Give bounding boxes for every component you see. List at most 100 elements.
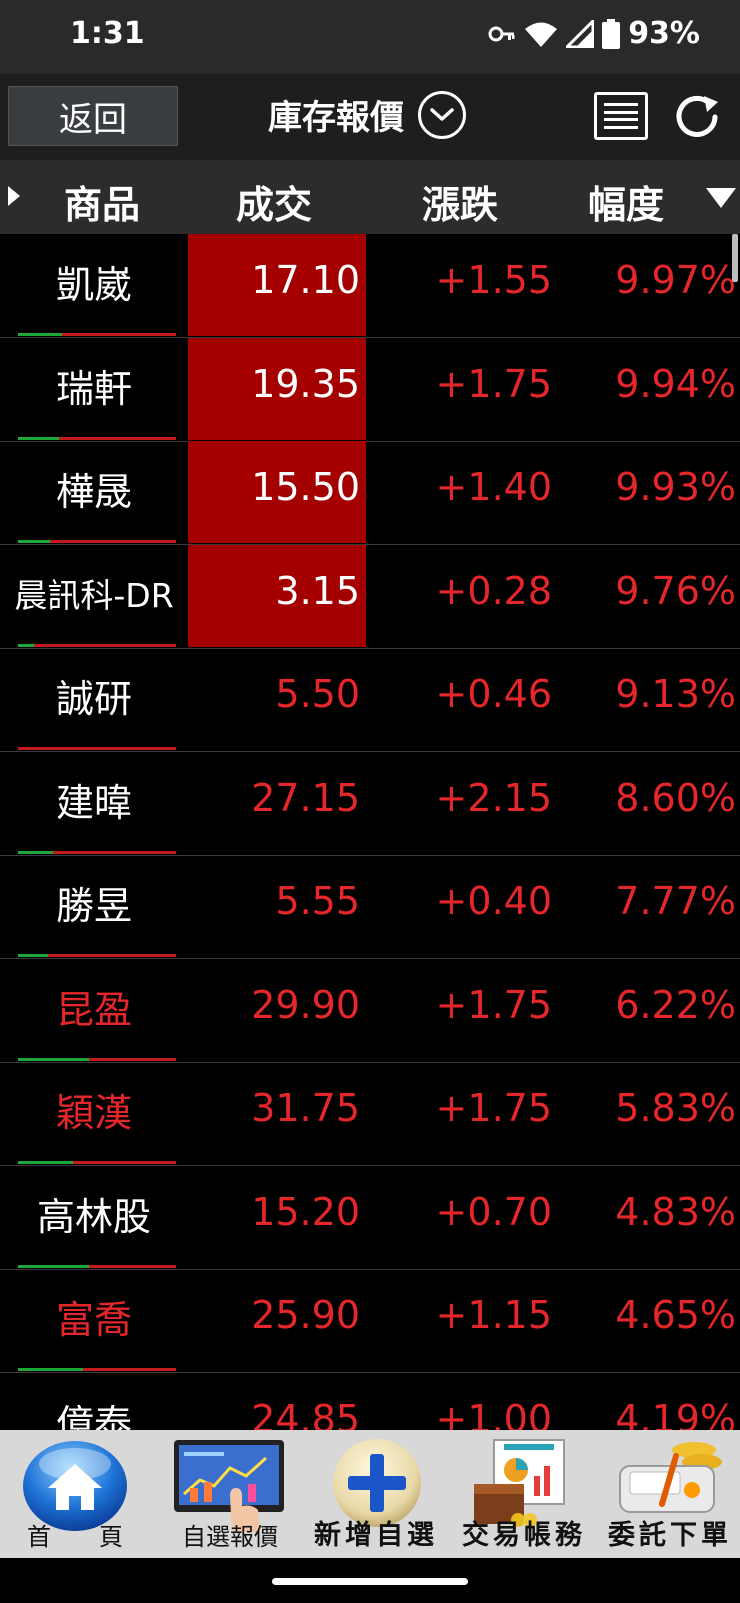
- stock-percent: 5.83%: [615, 1086, 736, 1130]
- stock-name: 勝昱: [55, 884, 132, 928]
- price-cell: 3.15: [188, 544, 366, 647]
- stock-price: 17.10: [251, 258, 360, 302]
- stock-percent: 7.77%: [615, 879, 736, 923]
- app-header: 返回 庫存報價: [0, 74, 740, 160]
- volume-ratio-bar: [18, 954, 176, 957]
- stock-name: 富喬: [55, 1298, 132, 1342]
- stock-change: +0.28: [435, 568, 552, 613]
- price-cell: 29.90: [188, 959, 366, 1061]
- quote-row[interactable]: 高林股 15.20 +0.70 4.83%: [0, 1166, 740, 1270]
- quote-row[interactable]: 凱崴 17.10 +1.55 9.97%: [0, 234, 740, 338]
- price-cell: 5.55: [188, 855, 366, 957]
- stock-name: 誠研: [55, 677, 132, 721]
- quote-row[interactable]: 富喬 25.90 +1.15 4.65%: [0, 1269, 740, 1373]
- quote-row[interactable]: 勝昱 5.55 +0.40 7.77%: [0, 855, 740, 959]
- quote-list[interactable]: 凱崴 17.10 +1.55 9.97% 瑞軒 19.35 +1.75 9.94% 樺晟 15.5…: [0, 234, 740, 1430]
- stock-name: 高林股: [36, 1194, 151, 1239]
- quote-row[interactable]: 建暐 27.15 +2.15 8.60%: [0, 752, 740, 856]
- sort-down-icon[interactable]: [706, 188, 736, 208]
- nav-home-label: 首 頁: [27, 1523, 123, 1551]
- price-cell: 15.50: [188, 441, 366, 543]
- stock-price: 15.50: [251, 465, 360, 509]
- volume-ratio-bar: [18, 333, 176, 336]
- price-cell: 27.15: [188, 752, 366, 854]
- stock-percent: 4.83%: [615, 1189, 736, 1234]
- price-cell: 31.75: [188, 1062, 366, 1164]
- scrollbar[interactable]: [732, 234, 738, 282]
- price-cell: 15.20: [188, 1166, 366, 1268]
- nav-home[interactable]: 首 頁: [0, 1430, 150, 1558]
- stock-percent: 9.13%: [615, 672, 736, 716]
- status-icons: 93%: [488, 16, 700, 51]
- stock-price: 25.90: [251, 1293, 360, 1337]
- col-price[interactable]: 成交: [236, 174, 312, 229]
- col-change[interactable]: 漲跌: [422, 174, 498, 229]
- nav-account-label: 交易帳務: [462, 1520, 586, 1551]
- home-gesture-bar[interactable]: [272, 1578, 468, 1585]
- status-bar: 1:31 93%: [0, 0, 740, 74]
- quote-row[interactable]: 穎漢 31.75 +1.75 5.83%: [0, 1062, 740, 1166]
- stock-change: +1.00: [435, 1396, 552, 1431]
- stock-change: +0.40: [435, 879, 552, 923]
- stock-name: 昆盈: [55, 987, 132, 1032]
- stock-change: +0.70: [435, 1189, 552, 1234]
- nav-order[interactable]: 委託下單: [600, 1430, 740, 1558]
- price-cell: 25.90: [188, 1269, 366, 1371]
- bottom-nav: 首 頁 自選報價 新增自選 交易帳務 委託下單: [0, 1430, 740, 1558]
- stock-price: 29.90: [251, 982, 360, 1027]
- list-menu-icon[interactable]: [594, 92, 648, 140]
- back-button[interactable]: 返回: [8, 86, 178, 146]
- volume-ratio-bar: [18, 850, 176, 854]
- stock-price: 19.35: [251, 361, 360, 406]
- stock-change: +1.15: [435, 1293, 552, 1337]
- volume-ratio-bar: [18, 436, 176, 440]
- status-time: 1:31: [70, 16, 145, 51]
- stock-change: +1.55: [435, 258, 552, 302]
- stock-change: +1.40: [435, 465, 552, 509]
- stock-percent: 9.97%: [615, 258, 736, 302]
- title-dropdown[interactable]: 庫存報價: [268, 90, 466, 139]
- stock-price: 31.75: [251, 1086, 360, 1130]
- stock-price: 24.85: [251, 1396, 360, 1431]
- quote-row[interactable]: 樺晟 15.50 +1.40 9.93%: [0, 441, 740, 545]
- col-product[interactable]: 商品: [64, 174, 140, 229]
- price-cell: 19.35: [188, 337, 366, 440]
- volume-ratio-bar: [18, 1368, 176, 1371]
- nav-add-watch-label: 新增自選: [314, 1520, 438, 1551]
- column-header: 商品 成交 漲跌 幅度: [0, 160, 740, 234]
- quote-row[interactable]: 誠研 5.50 +0.46 9.13%: [0, 648, 740, 752]
- vpn-key-icon: [488, 26, 515, 41]
- stock-change: +0.46: [435, 672, 552, 716]
- stock-name: 凱崴: [55, 263, 132, 307]
- expand-arrow-icon[interactable]: [8, 186, 20, 206]
- battery-icon: [602, 18, 621, 49]
- stock-change: +2.15: [435, 775, 552, 820]
- refresh-icon[interactable]: [670, 90, 724, 144]
- stock-percent: 4.65%: [615, 1293, 736, 1337]
- stock-price: 15.20: [251, 1189, 360, 1234]
- quote-row[interactable]: 瑞軒 19.35 +1.75 9.94%: [0, 337, 740, 442]
- wifi-icon: [525, 22, 558, 47]
- nav-add-watch[interactable]: 新增自選: [306, 1430, 446, 1558]
- volume-ratio-bar: [18, 540, 176, 543]
- nav-account[interactable]: 交易帳務: [454, 1430, 594, 1558]
- col-percent[interactable]: 幅度: [588, 174, 664, 229]
- volume-ratio-bar: [18, 747, 176, 750]
- price-cell: 5.50: [188, 648, 366, 750]
- stock-percent: 4.19%: [615, 1396, 736, 1431]
- stock-percent: 9.93%: [615, 465, 736, 509]
- stock-name: 樺晟: [55, 470, 132, 514]
- stock-percent: 9.76%: [615, 568, 736, 613]
- quote-row[interactable]: 昆盈 29.90 +1.75 6.22%: [0, 959, 740, 1063]
- gesture-area: [0, 1558, 740, 1603]
- stock-name: 億泰: [55, 1401, 132, 1431]
- stock-price: 5.55: [275, 879, 360, 923]
- nav-watchlist[interactable]: 自選報價: [168, 1430, 292, 1558]
- quote-row[interactable]: 億泰 24.85 +1.00 4.19%: [0, 1373, 740, 1431]
- quote-row[interactable]: 晨訊科-DR 3.15 +0.28 9.76%: [0, 544, 740, 649]
- chevron-down-icon: [418, 90, 466, 139]
- stock-percent: 9.94%: [615, 361, 736, 406]
- stock-name: 建暐: [55, 780, 132, 825]
- cell-signal-icon: [566, 19, 595, 48]
- volume-ratio-bar: [18, 1161, 176, 1164]
